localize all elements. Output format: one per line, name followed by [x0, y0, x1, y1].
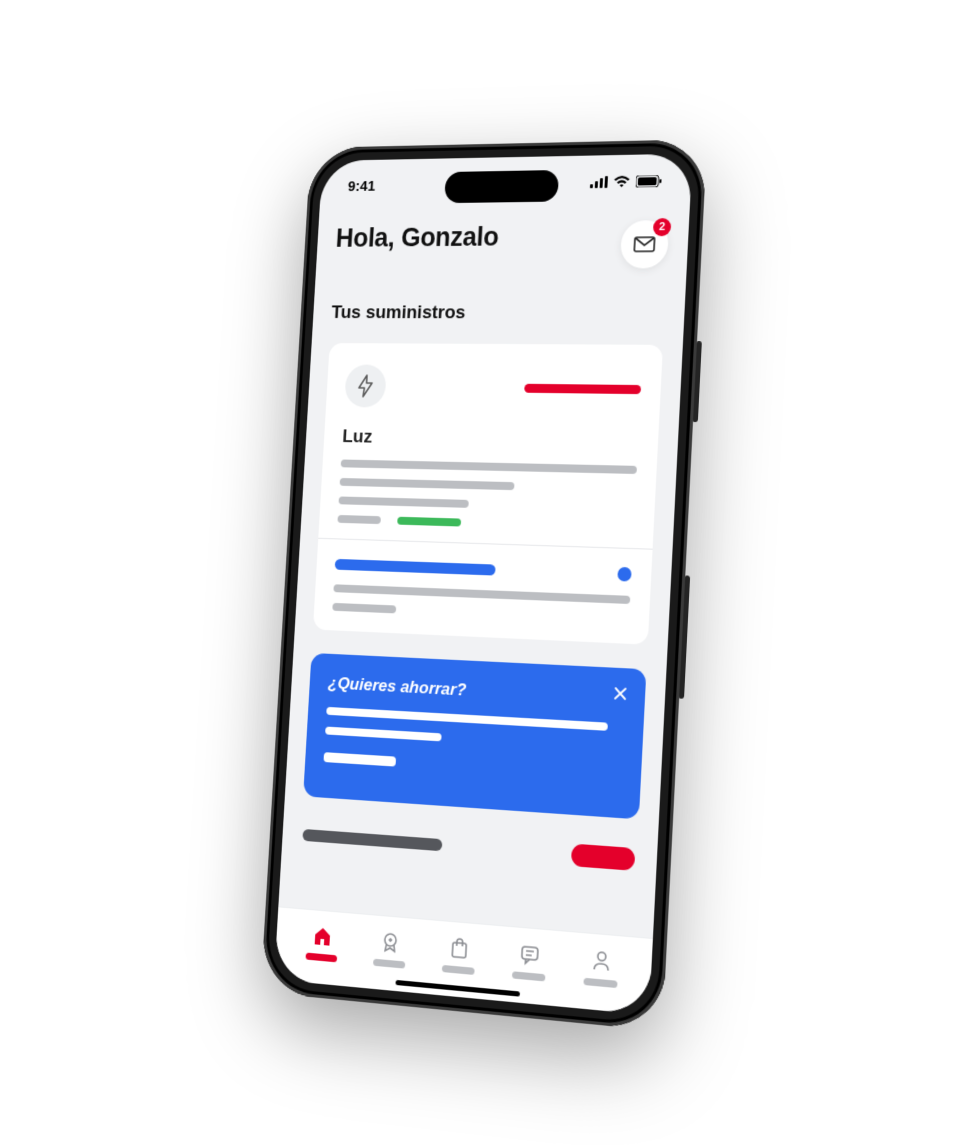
- status-time: 9:41: [347, 177, 375, 194]
- electricity-icon: [344, 364, 387, 407]
- supply-card[interactable]: Luz: [313, 343, 663, 645]
- tab-bar: [274, 906, 653, 1015]
- messages-button[interactable]: 2: [620, 220, 670, 268]
- phone-frame: 9:41 Hola, G: [261, 139, 708, 1031]
- placeholder-line: [332, 602, 396, 613]
- action-pill[interactable]: [571, 843, 636, 870]
- card-accent: [524, 383, 641, 393]
- placeholder-line-blue: [335, 558, 496, 575]
- home-icon: [311, 923, 334, 949]
- wifi-icon: [613, 175, 630, 187]
- dynamic-island: [444, 169, 559, 202]
- tab-shop[interactable]: [423, 932, 495, 976]
- phone-mockup: 9:41 Hola, G: [261, 139, 708, 1031]
- placeholder-line: [326, 706, 608, 730]
- tab-underline: [306, 952, 338, 962]
- placeholder-line: [337, 514, 380, 523]
- tab-chat[interactable]: [493, 938, 566, 982]
- close-icon: [613, 686, 628, 701]
- promo-title: ¿Quieres ahorrar?: [327, 673, 625, 709]
- tab-underline: [583, 977, 617, 987]
- signal-icon: [590, 176, 608, 188]
- battery-icon: [636, 175, 662, 187]
- promo-close-button[interactable]: [609, 681, 632, 705]
- tab-profile[interactable]: [564, 945, 638, 990]
- placeholder-line: [325, 726, 441, 741]
- placeholder-line: [341, 459, 637, 473]
- chat-icon: [517, 940, 542, 967]
- supplies-section-title: Tus suministros: [331, 302, 665, 324]
- card-divider: [318, 537, 652, 549]
- mail-icon: [633, 236, 655, 252]
- profile-icon: [589, 947, 614, 974]
- promo-card[interactable]: ¿Quieres ahorrar?: [303, 652, 646, 818]
- greeting-title: Hola, Gonzalo: [335, 221, 499, 253]
- app-content: Hola, Gonzalo 2 Tus suministros: [278, 207, 689, 937]
- home-indicator[interactable]: [395, 979, 520, 996]
- promo-cta-placeholder[interactable]: [323, 752, 396, 766]
- tab-underline: [442, 964, 475, 974]
- tab-services[interactable]: [355, 927, 425, 970]
- badge-icon: [379, 929, 403, 955]
- tab-underline: [373, 958, 405, 968]
- app-screen: 9:41 Hola, G: [274, 153, 692, 1015]
- tab-underline: [512, 971, 546, 981]
- status-dot-blue: [617, 566, 632, 581]
- tab-home[interactable]: [288, 921, 357, 964]
- supply-card-title: Luz: [342, 426, 639, 453]
- placeholder-line: [333, 584, 630, 604]
- placeholder-line: [340, 477, 515, 489]
- status-indicator-green: [397, 516, 462, 526]
- messages-badge: 2: [653, 218, 672, 236]
- section-heading-placeholder: [302, 828, 442, 850]
- bag-icon: [447, 934, 471, 960]
- placeholder-line: [338, 496, 469, 507]
